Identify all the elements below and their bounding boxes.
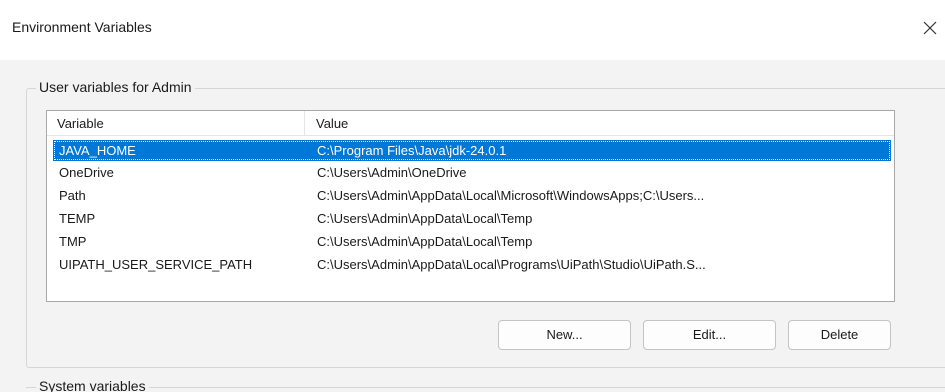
table-row[interactable]: TEMP C:\Users\Admin\AppData\Local\Temp: [53, 208, 891, 229]
window-title: Environment Variables: [12, 19, 152, 35]
close-icon: [923, 21, 937, 35]
user-variables-list[interactable]: Variable Value JAVA_HOME C:\Program File…: [46, 110, 895, 302]
list-header: Variable Value: [47, 111, 894, 136]
variable-value: C:\Program Files\Java\jdk-24.0.1: [317, 143, 507, 158]
variable-value: C:\Users\Admin\OneDrive: [317, 165, 467, 180]
close-button[interactable]: [915, 10, 945, 46]
variable-value: C:\Users\Admin\AppData\Local\Programs\Ui…: [317, 257, 706, 272]
variable-value: C:\Users\Admin\AppData\Local\Temp: [317, 211, 533, 226]
variable-value: C:\Users\Admin\AppData\Local\Temp: [317, 234, 533, 249]
user-variables-group-label: User variables for Admin: [36, 79, 195, 95]
variable-name: TEMP: [59, 211, 96, 226]
edit-button[interactable]: Edit...: [643, 320, 776, 350]
table-row[interactable]: Path C:\Users\Admin\AppData\Local\Micros…: [53, 185, 891, 206]
system-variables-group: [26, 387, 945, 388]
system-variables-group-label: System variables: [36, 378, 149, 392]
variable-name: TMP: [59, 234, 87, 249]
delete-button[interactable]: Delete: [788, 320, 891, 350]
table-row[interactable]: OneDrive C:\Users\Admin\OneDrive: [53, 162, 891, 183]
title-bar: Environment Variables: [0, 0, 945, 60]
column-header-value[interactable]: Value: [306, 111, 894, 136]
environment-variables-dialog: Environment Variables User variables for…: [0, 0, 945, 392]
variable-name: OneDrive: [59, 165, 114, 180]
table-row[interactable]: UIPATH_USER_SERVICE_PATH C:\Users\Admin\…: [53, 254, 891, 275]
variable-name: JAVA_HOME: [59, 143, 136, 158]
column-header-variable[interactable]: Variable: [47, 111, 305, 136]
table-row[interactable]: TMP C:\Users\Admin\AppData\Local\Temp: [53, 231, 891, 252]
variable-name: UIPATH_USER_SERVICE_PATH: [59, 257, 253, 272]
variable-name: Path: [59, 188, 86, 203]
table-row[interactable]: JAVA_HOME C:\Program Files\Java\jdk-24.0…: [53, 140, 891, 161]
new-button[interactable]: New...: [498, 320, 631, 350]
variable-value: C:\Users\Admin\AppData\Local\Microsoft\W…: [317, 188, 705, 203]
